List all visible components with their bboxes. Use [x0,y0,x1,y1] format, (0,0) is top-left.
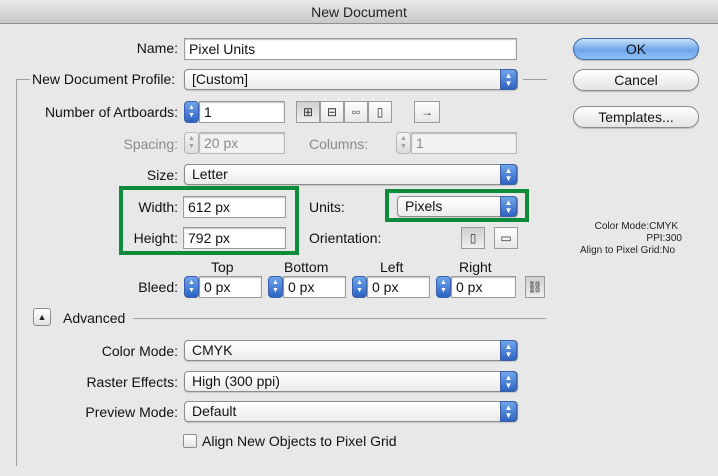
orientation-label: Orientation: [309,230,382,246]
window-title: New Document [0,0,718,24]
spacing-stepper[interactable]: ▲ ▼ [184,132,199,154]
chevron-updown-icon: ▲ ▼ [500,371,517,392]
right-to-left-icon[interactable]: → [414,101,440,123]
width-label: Width: [138,199,178,215]
size-label: Size: [146,167,178,183]
chevron-updown-icon: ▲ ▼ [500,340,517,361]
ok-button[interactable]: OK [573,38,699,60]
width-input[interactable]: 612 px [183,196,286,218]
bleed-top-label: Top [211,259,234,275]
raster-effects-select-value: High (300 ppi) [192,373,280,389]
color-mode-select[interactable]: CMYK ▲ ▼ [184,340,518,361]
summary-ppi: PPI:300 [646,233,682,244]
arrange-by-row-icon[interactable]: ▫▫ [344,101,368,123]
units-label: Units: [309,199,345,215]
bleed-left-input[interactable]: 0 px [367,276,430,298]
chain-link-icon[interactable]: ⛓ [525,276,545,298]
profile-select[interactable]: [Custom] ▲ ▼ [184,69,518,90]
spacing-input[interactable]: 20 px [199,132,285,154]
profile-group-border-right [523,79,547,80]
align-pixel-grid-checkbox[interactable] [183,434,197,448]
chevron-updown-icon: ▲ ▼ [500,69,517,90]
advanced-label: Advanced [63,310,126,326]
height-label: Height: [133,230,178,246]
align-pixel-grid-label: Align New Objects to Pixel Grid [202,433,397,449]
raster-effects-label: Raster Effects: [86,374,178,390]
units-select[interactable]: Pixels ▲ ▼ [397,196,518,217]
chevron-updown-icon: ▲ ▼ [500,401,517,422]
bleed-top-input[interactable]: 0 px [199,276,262,298]
landscape-icon[interactable]: ▭ [494,227,518,249]
size-select-value: Letter [192,166,228,182]
chevron-updown-icon: ▲ ▼ [500,164,517,185]
arrange-by-column-icon[interactable]: ▯ [368,101,392,123]
artboards-input[interactable]: 1 [199,101,285,123]
chevron-updown-icon: ▲ ▼ [500,196,517,217]
profile-label: New Document Profile: [32,71,176,87]
profile-group-border [16,79,17,466]
columns-stepper[interactable]: ▲ ▼ [396,132,411,154]
spacing-label: Spacing: [123,136,178,152]
summary-color-mode: Color Mode:CMYK [594,221,678,232]
bleed-bottom-label: Bottom [284,259,329,275]
advanced-disclosure-icon[interactable]: ▲ [33,308,51,326]
bleed-left-stepper[interactable]: ▲ ▼ [352,276,367,298]
preview-mode-select-value: Default [192,403,237,419]
name-input[interactable]: Pixel Units [184,38,517,60]
preview-mode-select[interactable]: Default ▲ ▼ [184,401,518,422]
bleed-bottom-input[interactable]: 0 px [283,276,346,298]
preview-mode-label: Preview Mode: [85,404,178,420]
color-mode-select-value: CMYK [192,342,233,358]
raster-effects-select[interactable]: High (300 ppi) ▲ ▼ [184,371,518,392]
grid-by-column-icon[interactable]: ⊟ [320,101,344,123]
bleed-right-stepper[interactable]: ▲ ▼ [436,276,451,298]
templates-button[interactable]: Templates... [573,106,699,128]
artboards-label: Number of Artboards: [44,104,178,120]
bleed-right-label: Right [459,259,492,275]
advanced-divider [133,318,546,319]
bleed-left-label: Left [380,259,404,275]
name-label: Name: [136,40,178,56]
artboards-stepper[interactable]: ▲ ▼ [184,101,199,123]
size-select[interactable]: Letter ▲ ▼ [184,164,518,185]
profile-group-border-left [16,79,30,80]
profile-select-value: [Custom] [192,71,249,87]
bleed-bottom-stepper[interactable]: ▲ ▼ [268,276,283,298]
bleed-label: Bleed: [138,279,178,295]
columns-label: Columns: [309,136,369,152]
color-mode-label: Color Mode: [101,343,178,359]
columns-input[interactable]: 1 [411,132,517,154]
portrait-icon[interactable]: ▯ [461,227,485,249]
bleed-top-stepper[interactable]: ▲ ▼ [184,276,199,298]
units-select-value: Pixels [405,198,443,214]
cancel-button[interactable]: Cancel [573,69,699,91]
bleed-right-input[interactable]: 0 px [451,276,516,298]
grid-by-row-icon[interactable]: ⊞ [296,101,320,123]
summary-align: Align to Pixel Grid:No [580,245,676,256]
height-input[interactable]: 792 px [183,227,286,249]
